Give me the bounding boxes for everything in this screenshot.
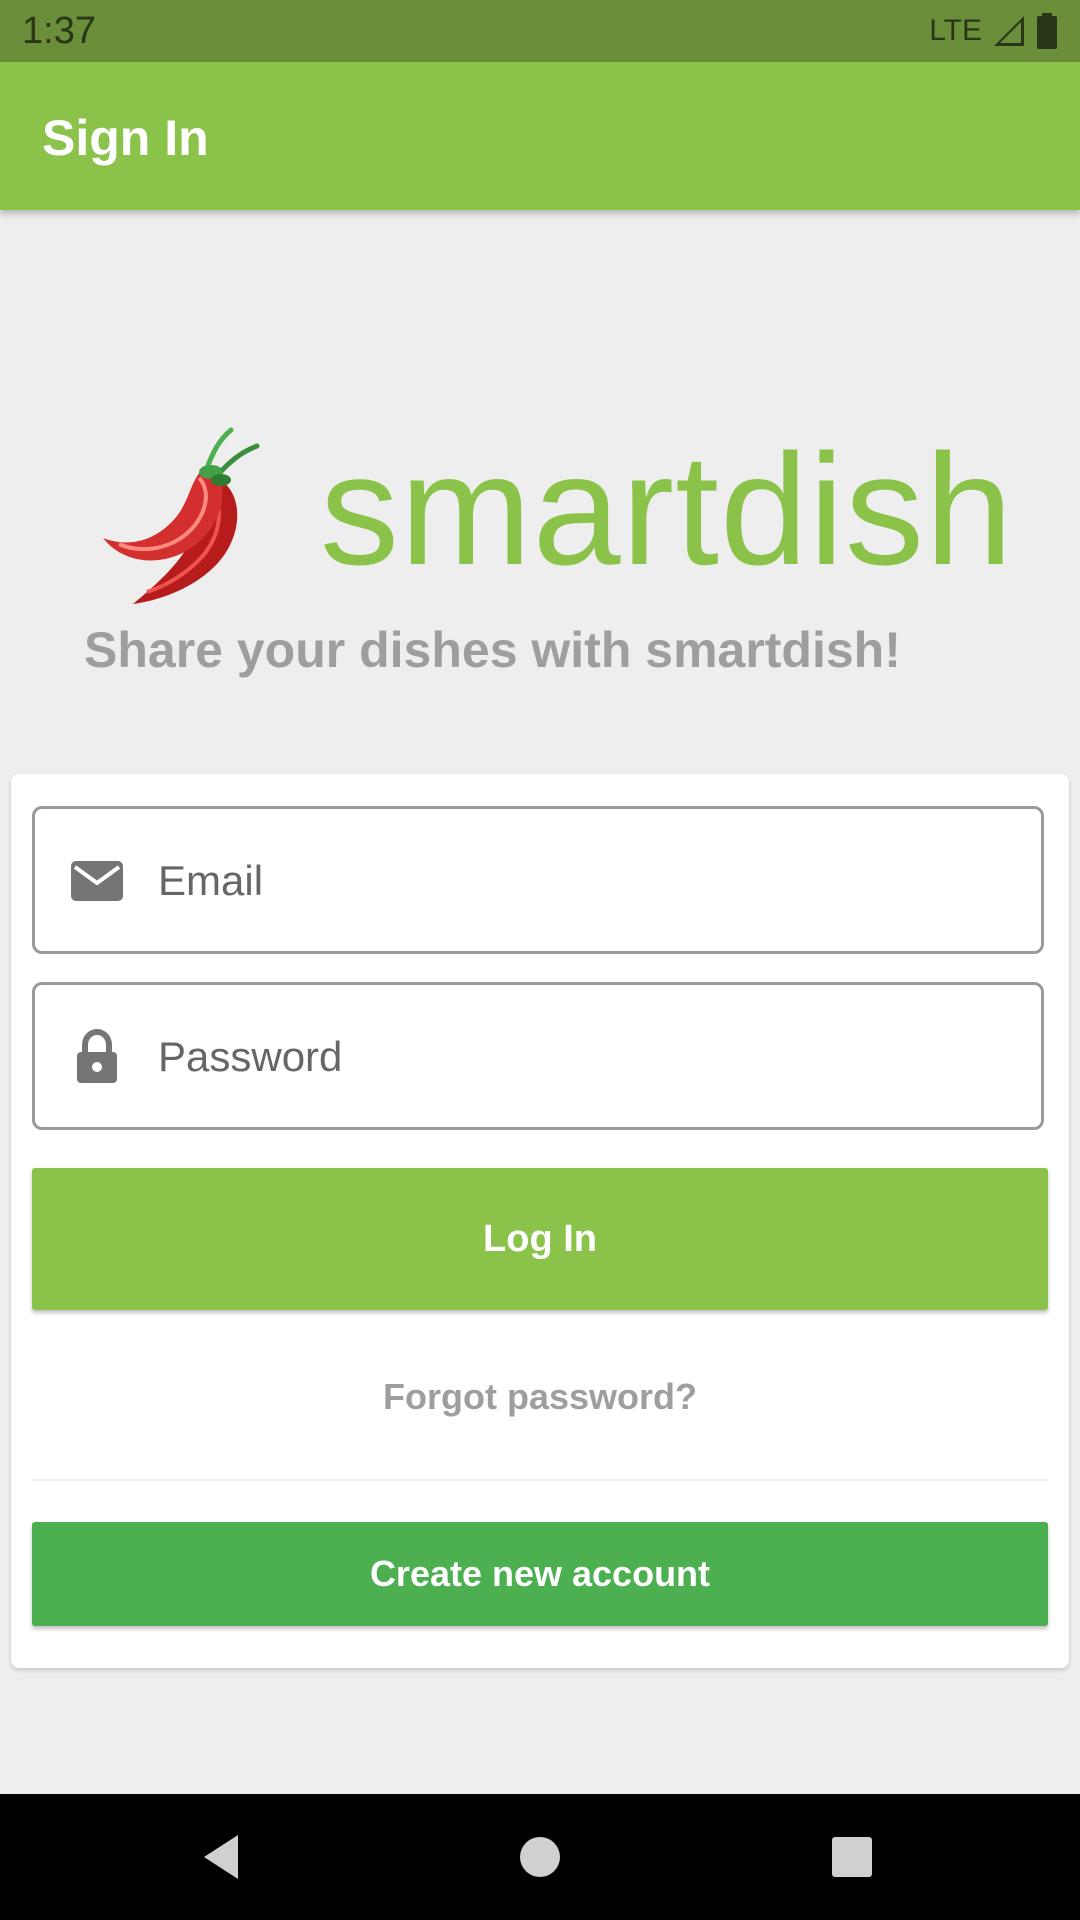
divider	[32, 1479, 1048, 1481]
password-field[interactable]	[32, 982, 1044, 1130]
logo-wordmark: smartdish	[320, 422, 1014, 598]
lock-icon	[77, 1029, 117, 1083]
battery-icon	[1037, 13, 1057, 49]
email-icon	[71, 861, 123, 901]
create-account-button[interactable]: Create new account	[32, 1522, 1048, 1626]
logo: smartdish	[95, 420, 1013, 610]
chili-pepper-logo	[103, 427, 260, 604]
tagline: Share your dishes with smartdish!	[84, 622, 901, 678]
forgot-password-link[interactable]: Forgot password?	[11, 1374, 1069, 1420]
back-icon[interactable]	[196, 1829, 252, 1885]
home-icon[interactable]	[512, 1829, 568, 1885]
status-bar: 1:37 LTE	[0, 0, 1080, 62]
email-input[interactable]	[158, 839, 1018, 923]
recents-icon[interactable]	[824, 1829, 880, 1885]
sign-in-card: Log In Forgot password? Create new accou…	[11, 774, 1069, 1668]
login-button[interactable]: Log In	[32, 1168, 1048, 1310]
page-title: Sign In	[42, 110, 209, 166]
app-bar: Sign In	[0, 62, 1080, 210]
signal-icon	[994, 16, 1024, 46]
password-input[interactable]	[158, 1015, 1018, 1099]
email-field[interactable]	[32, 806, 1044, 954]
status-time: 1:37	[22, 10, 96, 52]
navigation-bar	[0, 1794, 1080, 1920]
status-icons: LTE	[929, 12, 1058, 50]
network-type: LTE	[929, 14, 982, 47]
